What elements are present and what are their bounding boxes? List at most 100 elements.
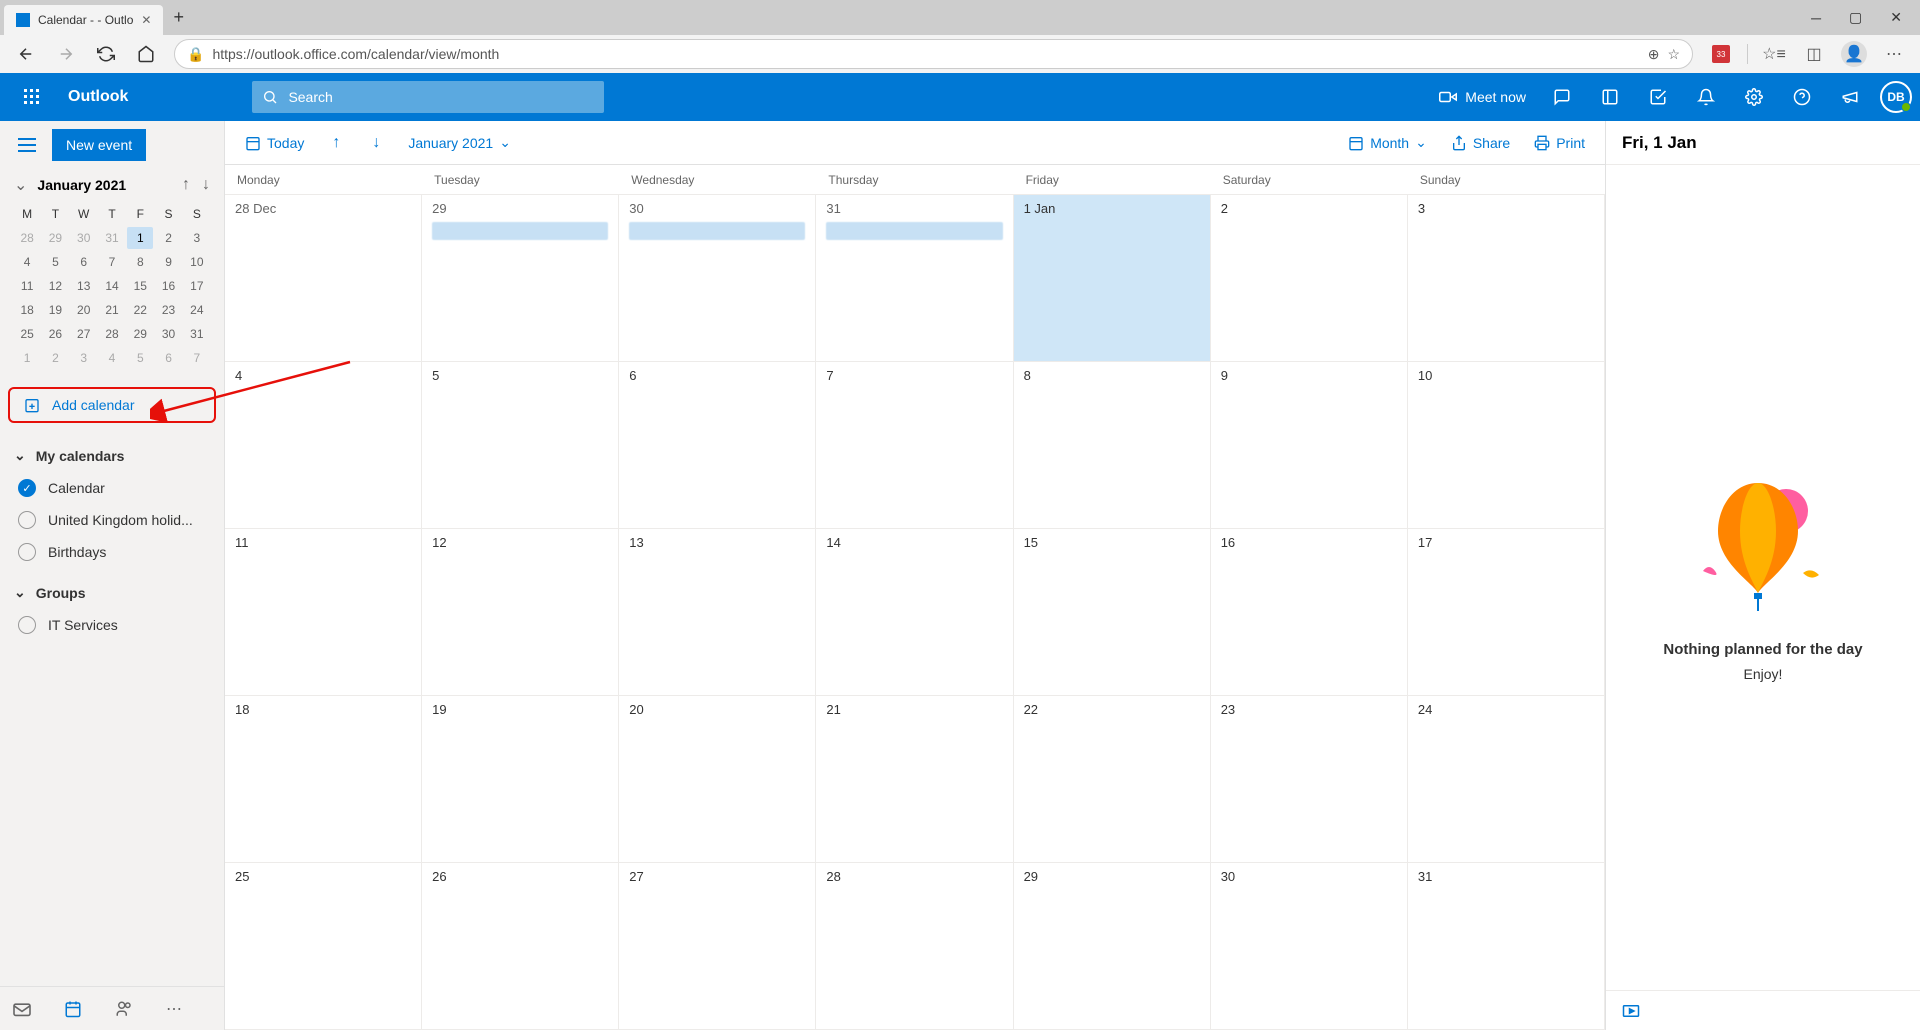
prev-period-button[interactable]: ↑ <box>324 128 348 158</box>
back-button[interactable] <box>8 38 44 70</box>
calendar-cell[interactable]: 30 <box>619 195 816 361</box>
favorite-icon[interactable]: ☆ <box>1667 46 1680 63</box>
search-box[interactable] <box>252 81 604 113</box>
calendar-event[interactable] <box>826 222 1002 240</box>
next-period-button[interactable]: ↓ <box>364 128 388 158</box>
mini-cal-next-icon[interactable]: ↓ <box>202 176 210 194</box>
mini-cal-title[interactable]: January 2021 <box>37 177 182 193</box>
search-input[interactable] <box>288 89 594 105</box>
mini-cal-day[interactable]: 1 <box>14 347 40 369</box>
mini-cal-day[interactable]: 27 <box>71 323 97 345</box>
new-event-button[interactable]: New event <box>52 129 146 161</box>
collections-icon[interactable]: ◫ <box>1796 38 1832 70</box>
calendar-item[interactable]: IT Services <box>14 609 210 641</box>
more-icon[interactable]: ⋯ <box>166 999 182 1019</box>
calendar-cell[interactable]: 11 <box>225 529 422 695</box>
mini-cal-day[interactable]: 6 <box>155 347 181 369</box>
calendar-cell[interactable]: 29 <box>422 195 619 361</box>
calendar-event[interactable] <box>432 222 608 240</box>
calendar-cell[interactable]: 5 <box>422 362 619 528</box>
meet-now-button[interactable]: Meet now <box>1427 73 1538 121</box>
presentation-icon[interactable] <box>1622 1004 1640 1018</box>
url-bar[interactable]: 🔒 https://outlook.office.com/calendar/vi… <box>174 39 1693 69</box>
new-tab-button[interactable]: + <box>163 7 194 28</box>
calendar-cell[interactable]: 22 <box>1014 696 1211 862</box>
mini-cal-day[interactable]: 13 <box>71 275 97 297</box>
my-calendars-header[interactable]: ⌄ My calendars <box>14 439 210 472</box>
mini-cal-day[interactable]: 24 <box>184 299 210 321</box>
calendar-cell[interactable]: 26 <box>422 863 619 1029</box>
mini-cal-prev-icon[interactable]: ↑ <box>182 176 190 194</box>
app-launcher-icon[interactable] <box>8 73 56 121</box>
mini-cal-day[interactable]: 1 <box>127 227 153 249</box>
calendar-checkbox[interactable] <box>18 511 36 529</box>
user-avatar[interactable]: DB <box>1880 81 1912 113</box>
brand-label[interactable]: Outlook <box>56 88 140 106</box>
mini-cal-day[interactable]: 5 <box>127 347 153 369</box>
mini-cal-day[interactable]: 7 <box>99 251 125 273</box>
tab-close-icon[interactable]: ✕ <box>141 13 151 27</box>
groups-header[interactable]: ⌄ Groups <box>14 576 210 609</box>
add-to-url-icon[interactable]: ⊕ <box>1648 46 1660 63</box>
month-picker[interactable]: January 2021 ⌄ <box>404 128 515 157</box>
calendar-icon[interactable] <box>64 1000 82 1018</box>
view-switcher[interactable]: Month ⌄ <box>1344 128 1431 157</box>
announce-icon[interactable] <box>1826 73 1874 121</box>
mini-cal-day[interactable]: 20 <box>71 299 97 321</box>
mini-cal-day[interactable]: 2 <box>155 227 181 249</box>
mini-cal-day[interactable]: 4 <box>14 251 40 273</box>
mini-cal-day[interactable]: 26 <box>42 323 68 345</box>
maximize-button[interactable]: ▢ <box>1835 0 1876 35</box>
calendar-cell[interactable]: 12 <box>422 529 619 695</box>
calendar-cell[interactable]: 28 <box>816 863 1013 1029</box>
mini-cal-day[interactable]: 23 <box>155 299 181 321</box>
calendar-cell[interactable]: 30 <box>1211 863 1408 1029</box>
calendar-cell[interactable]: 27 <box>619 863 816 1029</box>
mini-cal-day[interactable]: 18 <box>14 299 40 321</box>
mini-cal-day[interactable]: 5 <box>42 251 68 273</box>
calendar-event[interactable] <box>629 222 805 240</box>
calendar-cell[interactable]: 18 <box>225 696 422 862</box>
mini-cal-day[interactable]: 2 <box>42 347 68 369</box>
calendar-checkbox[interactable] <box>18 543 36 561</box>
mini-cal-day[interactable]: 15 <box>127 275 153 297</box>
calendar-cell[interactable]: 10 <box>1408 362 1605 528</box>
mini-cal-collapse-icon[interactable]: ⌄ <box>14 175 27 195</box>
mini-cal-day[interactable]: 3 <box>71 347 97 369</box>
mini-cal-day[interactable]: 6 <box>71 251 97 273</box>
close-window-button[interactable]: ✕ <box>1876 0 1916 35</box>
mini-cal-day[interactable]: 21 <box>99 299 125 321</box>
forward-button[interactable] <box>48 38 84 70</box>
calendar-cell[interactable]: 2 <box>1211 195 1408 361</box>
people-icon[interactable] <box>114 1000 134 1018</box>
calendar-cell[interactable]: 15 <box>1014 529 1211 695</box>
mini-cal-day[interactable]: 22 <box>127 299 153 321</box>
calendar-cell[interactable]: 31 <box>816 195 1013 361</box>
mini-cal-day[interactable]: 12 <box>42 275 68 297</box>
teams-chat-icon[interactable] <box>1538 73 1586 121</box>
mini-cal-day[interactable]: 30 <box>155 323 181 345</box>
home-button[interactable] <box>128 38 164 70</box>
extension-icon[interactable]: 33 <box>1703 38 1739 70</box>
mini-cal-day[interactable]: 29 <box>127 323 153 345</box>
mail-icon[interactable] <box>12 1001 32 1017</box>
browser-tab[interactable]: Calendar - - Outlo ✕ <box>4 5 163 35</box>
favorites-icon[interactable]: ☆≡ <box>1756 38 1792 70</box>
calendar-cell[interactable]: 20 <box>619 696 816 862</box>
calendar-cell[interactable]: 25 <box>225 863 422 1029</box>
mini-cal-day[interactable]: 11 <box>14 275 40 297</box>
calendar-cell[interactable]: 16 <box>1211 529 1408 695</box>
calendar-checkbox[interactable] <box>18 616 36 634</box>
my-day-icon[interactable] <box>1586 73 1634 121</box>
calendar-cell[interactable]: 14 <box>816 529 1013 695</box>
calendar-cell[interactable]: 13 <box>619 529 816 695</box>
calendar-cell[interactable]: 9 <box>1211 362 1408 528</box>
calendar-cell[interactable]: 4 <box>225 362 422 528</box>
hamburger-icon[interactable] <box>12 132 42 158</box>
mini-cal-day[interactable]: 8 <box>127 251 153 273</box>
calendar-item[interactable]: United Kingdom holid... <box>14 504 210 536</box>
notes-icon[interactable] <box>1634 73 1682 121</box>
mini-cal-day[interactable]: 31 <box>99 227 125 249</box>
calendar-cell[interactable]: 28 Dec <box>225 195 422 361</box>
refresh-button[interactable] <box>88 38 124 70</box>
